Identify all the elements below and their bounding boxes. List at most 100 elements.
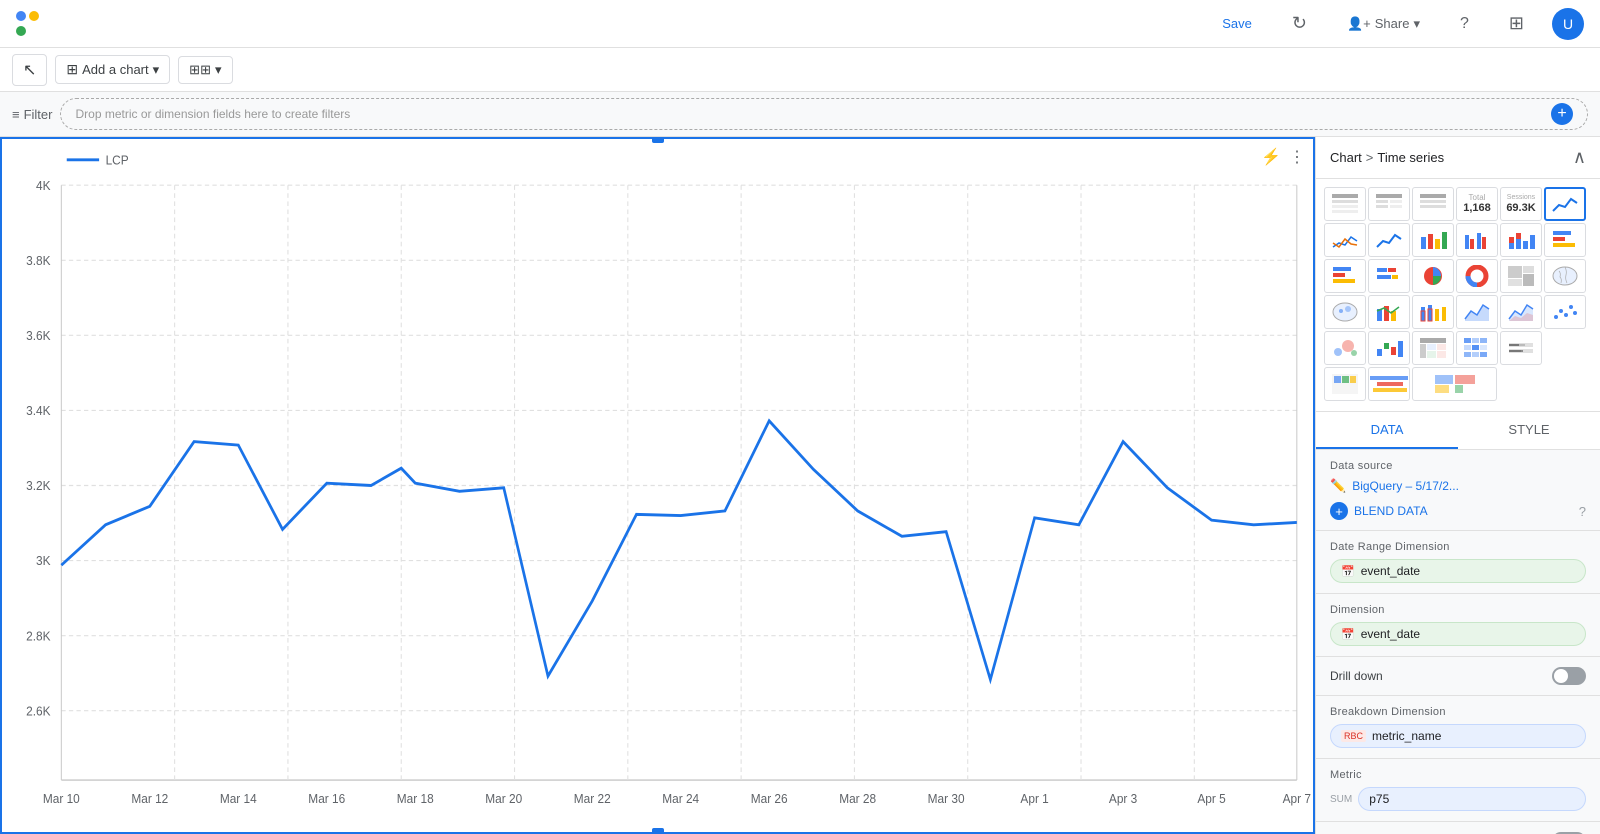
- help-icon[interactable]: ?: [1579, 504, 1586, 519]
- svg-text:4K: 4K: [36, 178, 51, 192]
- chart-type-bubble[interactable]: [1324, 331, 1366, 365]
- tab-style[interactable]: STYLE: [1458, 412, 1600, 449]
- date-range-label: Date Range Dimension: [1330, 541, 1586, 553]
- arrange-button[interactable]: ⊞⊞ ▾: [178, 56, 232, 84]
- chart-type-area[interactable]: [1456, 295, 1498, 329]
- svg-text:Apr 3: Apr 3: [1109, 792, 1138, 806]
- chart-type-row-2: [1324, 223, 1592, 257]
- drill-down-toggle[interactable]: [1552, 667, 1586, 685]
- panel-breadcrumb: Chart > Time series: [1330, 150, 1444, 165]
- svg-text:Apr 7: Apr 7: [1283, 792, 1312, 806]
- svg-text:2.8K: 2.8K: [26, 629, 51, 643]
- metric-row: SUM p75: [1330, 787, 1586, 811]
- add-chart-button[interactable]: ⊞ Add a chart ▾: [55, 55, 170, 84]
- panel-close-button[interactable]: ∧: [1573, 147, 1586, 168]
- svg-text:3.6K: 3.6K: [26, 329, 51, 343]
- optional-metrics-section: Optional metrics: [1316, 822, 1600, 834]
- refresh-button[interactable]: ↻: [1280, 7, 1319, 40]
- chart-type-heatmap[interactable]: [1456, 331, 1498, 365]
- data-source-section: Data source ✏️ BigQuery – 5/17/2... + BL…: [1316, 450, 1600, 531]
- chart-header-controls: ⚡ ⋮: [1261, 147, 1305, 167]
- chart-more-button[interactable]: ⋮: [1289, 147, 1305, 167]
- chart-type-geomap[interactable]: [1324, 295, 1366, 329]
- topbar-left: [16, 8, 48, 40]
- svg-text:Mar 30: Mar 30: [928, 792, 965, 806]
- chart-type-map[interactable]: [1544, 259, 1586, 293]
- apps-button[interactable]: ⊞: [1497, 7, 1536, 40]
- chart-type-bullet[interactable]: [1500, 331, 1542, 365]
- dimension-cal-icon: 📅: [1341, 628, 1355, 641]
- tab-data[interactable]: DATA: [1316, 412, 1458, 449]
- svg-text:Apr 1: Apr 1: [1020, 792, 1049, 806]
- chart-type-stackedbar[interactable]: [1500, 223, 1542, 257]
- svg-text:Mar 24: Mar 24: [662, 792, 699, 806]
- chart-type-sparkline[interactable]: [1324, 223, 1366, 257]
- chart-type-bar-combo[interactable]: [1412, 295, 1454, 329]
- chart-type-custom1[interactable]: [1412, 367, 1497, 401]
- date-range-field[interactable]: 📅 event_date: [1330, 559, 1586, 583]
- svg-text:Mar 14: Mar 14: [220, 792, 257, 806]
- topbar: Save ↻ 👤+ Share ▾ ? ⊞ U: [0, 0, 1600, 48]
- svg-text:Mar 18: Mar 18: [397, 792, 434, 806]
- chart-type-treemap[interactable]: [1500, 259, 1542, 293]
- filter-label: ≡ Filter: [12, 107, 52, 122]
- avatar[interactable]: U: [1552, 8, 1584, 40]
- chart-type-column-combo[interactable]: [1368, 295, 1410, 329]
- chart-type-hbar[interactable]: [1544, 223, 1586, 257]
- svg-text:Mar 26: Mar 26: [751, 792, 788, 806]
- chart-type-scatter[interactable]: [1544, 295, 1586, 329]
- breakdown-field[interactable]: RBC metric_name: [1330, 724, 1586, 748]
- chart-type-timeseries[interactable]: [1544, 187, 1586, 221]
- help-button[interactable]: ?: [1448, 9, 1481, 39]
- svg-text:Mar 20: Mar 20: [485, 792, 522, 806]
- drill-down-section: Drill down: [1316, 657, 1600, 696]
- chart-type-row-4: [1324, 295, 1592, 329]
- chart-type-row-3: [1324, 259, 1592, 293]
- chart-type-line[interactable]: [1368, 223, 1410, 257]
- chart-type-table2[interactable]: [1368, 187, 1410, 221]
- metric-label: Metric: [1330, 769, 1586, 781]
- panel-tabs: DATA STYLE: [1316, 412, 1600, 450]
- share-button[interactable]: 👤+ Share ▾: [1335, 10, 1432, 38]
- filter-drop-zone[interactable]: Drop metric or dimension fields here to …: [60, 98, 1588, 130]
- chart-type-hbar2[interactable]: [1324, 259, 1366, 293]
- resize-handle-bottom[interactable]: [652, 828, 664, 834]
- svg-text:LCP: LCP: [106, 153, 129, 167]
- chart-lightning-button[interactable]: ⚡: [1261, 147, 1281, 167]
- data-source-label: Data source: [1330, 460, 1586, 472]
- dimension-section: Dimension 📅 event_date: [1316, 594, 1600, 657]
- chart-type-total[interactable]: Total 1,168: [1456, 187, 1498, 221]
- chart-type-area2[interactable]: [1500, 295, 1542, 329]
- metric-field[interactable]: p75: [1358, 787, 1586, 811]
- arrange-chevron: ▾: [215, 62, 222, 78]
- resize-handle-top[interactable]: [652, 137, 664, 143]
- chart-type-pivot[interactable]: [1412, 331, 1454, 365]
- svg-text:Mar 22: Mar 22: [574, 792, 611, 806]
- dimension-label: Dimension: [1330, 604, 1586, 616]
- cursor-tool-button[interactable]: ↖: [12, 54, 47, 86]
- toolbar: ↖ ⊞ Add a chart ▾ ⊞⊞ ▾: [0, 48, 1600, 92]
- filter-add-button[interactable]: +: [1551, 103, 1573, 125]
- chart-type-hstacked[interactable]: [1368, 259, 1410, 293]
- chart-type-scorecard[interactable]: Sessions 69.3K: [1500, 187, 1542, 221]
- topbar-right: Save ↻ 👤+ Share ▾ ? ⊞ U: [1210, 7, 1584, 40]
- svg-text:3K: 3K: [36, 554, 51, 568]
- chart-type-donut[interactable]: [1456, 259, 1498, 293]
- chart-type-gantt[interactable]: [1368, 367, 1410, 401]
- chart-type-pie[interactable]: [1412, 259, 1454, 293]
- save-button[interactable]: Save: [1210, 10, 1264, 37]
- chart-type-multibar[interactable]: [1456, 223, 1498, 257]
- chart-type-table[interactable]: [1324, 187, 1366, 221]
- dimension-field[interactable]: 📅 event_date: [1330, 622, 1586, 646]
- blend-data-row[interactable]: + BLEND DATA ?: [1330, 502, 1586, 520]
- drill-down-row: Drill down: [1330, 667, 1586, 685]
- line-chart-svg: .grid-line { stroke: #e0e0e0; stroke-wid…: [2, 139, 1313, 832]
- breakdown-icon: RBC: [1341, 730, 1366, 742]
- data-source-name[interactable]: BigQuery – 5/17/2...: [1352, 479, 1459, 493]
- chart-type-bar[interactable]: [1412, 223, 1454, 257]
- chart-type-gauge[interactable]: [1324, 367, 1366, 401]
- chart-type-table3[interactable]: [1412, 187, 1454, 221]
- date-range-value: event_date: [1361, 564, 1420, 578]
- chart-type-waterfall[interactable]: [1368, 331, 1410, 365]
- app-logo: [16, 8, 48, 40]
